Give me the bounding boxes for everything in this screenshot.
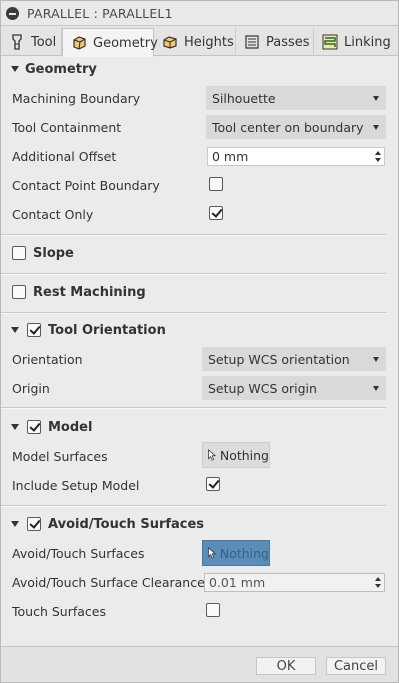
expand-triangle-icon <box>11 424 19 430</box>
dialog-title: PARALLEL : PARALLEL1 <box>27 6 173 21</box>
model-surfaces-value: Nothing <box>219 447 269 463</box>
heights-icon <box>162 34 178 50</box>
avoid-touch-surfaces-label: Avoid/Touch Surfaces <box>12 546 145 561</box>
rest-machining-group-header[interactable]: Rest Machining <box>1 281 398 303</box>
rest-machining-checkbox[interactable] <box>12 285 26 299</box>
slope-checkbox[interactable] <box>12 246 26 260</box>
divider <box>1 407 386 409</box>
model-checkbox[interactable] <box>27 420 41 434</box>
avoid-touch-checkbox[interactable] <box>27 517 41 531</box>
orientation-select[interactable]: Setup WCS orientation <box>202 347 386 371</box>
machining-boundary-label: Machining Boundary <box>12 91 141 106</box>
expand-triangle-icon <box>11 327 19 333</box>
divider <box>1 505 386 507</box>
chevron-down-icon <box>373 125 379 130</box>
origin-select[interactable]: Setup WCS origin <box>202 376 386 400</box>
title-bar: PARALLEL : PARALLEL1 <box>1 1 398 26</box>
tool-orientation-group-header[interactable]: Tool Orientation <box>1 319 398 341</box>
tool-containment-value: Tool center on boundary <box>212 119 364 135</box>
contact-point-boundary-label: Contact Point Boundary <box>12 178 160 193</box>
contact-only-label: Contact Only <box>12 207 94 222</box>
contact-only-checkbox[interactable] <box>209 206 223 220</box>
model-surfaces-label: Model Surfaces <box>12 449 108 464</box>
machining-boundary-value: Silhouette <box>212 90 276 106</box>
spinner-arrows-icon[interactable] <box>372 574 384 591</box>
origin-value: Setup WCS origin <box>208 380 317 396</box>
origin-label: Origin <box>12 381 50 396</box>
orientation-value: Setup WCS orientation <box>208 351 350 367</box>
include-setup-model-label: Include Setup Model <box>12 478 140 493</box>
ok-button[interactable]: OK <box>256 657 316 675</box>
spinner-arrows-icon[interactable] <box>372 148 384 165</box>
tab-geometry-label: Geometry <box>93 35 158 51</box>
slope-group-header[interactable]: Slope <box>1 242 398 264</box>
chevron-down-icon <box>373 386 379 391</box>
model-heading: Model <box>48 419 93 435</box>
expand-triangle-icon <box>11 521 19 527</box>
operation-dialog: PARALLEL : PARALLEL1 Tool Geometry Heigh… <box>0 0 399 683</box>
tab-linking[interactable]: Linking <box>314 28 398 56</box>
linking-icon <box>322 34 338 50</box>
tool-orientation-checkbox[interactable] <box>27 323 41 337</box>
touch-surfaces-label: Touch Surfaces <box>12 604 106 619</box>
additional-offset-value: 0 mm <box>212 149 249 164</box>
machining-boundary-select[interactable]: Silhouette <box>206 86 386 110</box>
tab-heights[interactable]: Heights <box>154 28 236 56</box>
expand-triangle-icon <box>11 66 19 72</box>
avoid-touch-group-header[interactable]: Avoid/Touch Surfaces <box>1 513 398 535</box>
tab-linking-label: Linking <box>344 34 391 50</box>
avoid-touch-heading: Avoid/Touch Surfaces <box>48 516 205 532</box>
additional-offset-input[interactable]: 0 mm <box>207 147 385 166</box>
geometry-icon <box>71 35 87 51</box>
pointer-icon <box>208 547 216 559</box>
touch-surfaces-checkbox[interactable] <box>206 603 220 617</box>
model-group-header[interactable]: Model <box>1 416 398 438</box>
avoid-touch-clearance-label: Avoid/Touch Surface Clearance <box>12 575 205 590</box>
dialog-footer: OK Cancel <box>1 646 398 682</box>
tool-orientation-heading: Tool Orientation <box>48 322 166 338</box>
tab-tool[interactable]: Tool <box>1 28 62 56</box>
contact-point-boundary-checkbox[interactable] <box>209 177 223 191</box>
avoid-touch-surfaces-value: Nothing <box>219 545 269 561</box>
geometry-group-header[interactable]: Geometry <box>1 58 398 80</box>
tab-geometry[interactable]: Geometry <box>62 28 158 57</box>
tab-passes[interactable]: Passes <box>236 28 314 56</box>
chevron-down-icon <box>373 357 379 362</box>
rest-machining-heading: Rest Machining <box>33 284 146 300</box>
slope-heading: Slope <box>33 245 74 261</box>
divider <box>1 312 386 314</box>
additional-offset-label: Additional Offset <box>12 149 117 164</box>
pointer-icon <box>208 449 216 461</box>
include-setup-model-checkbox[interactable] <box>206 477 220 491</box>
tool-icon <box>9 34 25 50</box>
avoid-touch-clearance-input[interactable]: 0.01 mm <box>204 573 385 592</box>
geometry-heading: Geometry <box>25 61 97 77</box>
chevron-down-icon <box>373 96 379 101</box>
passes-icon <box>244 34 260 50</box>
collapse-icon[interactable] <box>6 7 19 20</box>
tab-tool-label: Tool <box>31 34 57 50</box>
divider <box>1 273 386 275</box>
tab-bar: Tool Geometry Heights Passes Linking <box>1 26 398 57</box>
tab-passes-label: Passes <box>266 34 310 50</box>
avoid-touch-clearance-value: 0.01 mm <box>209 575 266 590</box>
avoid-touch-surfaces-selection-button[interactable]: Nothing <box>202 540 270 566</box>
divider <box>1 234 386 236</box>
orientation-label: Orientation <box>12 352 83 367</box>
cancel-button[interactable]: Cancel <box>326 657 386 675</box>
tool-containment-select[interactable]: Tool center on boundary <box>206 115 386 139</box>
tab-heights-label: Heights <box>184 34 234 50</box>
tool-containment-label: Tool Containment <box>12 120 122 135</box>
model-surfaces-selection-button[interactable]: Nothing <box>202 442 270 468</box>
